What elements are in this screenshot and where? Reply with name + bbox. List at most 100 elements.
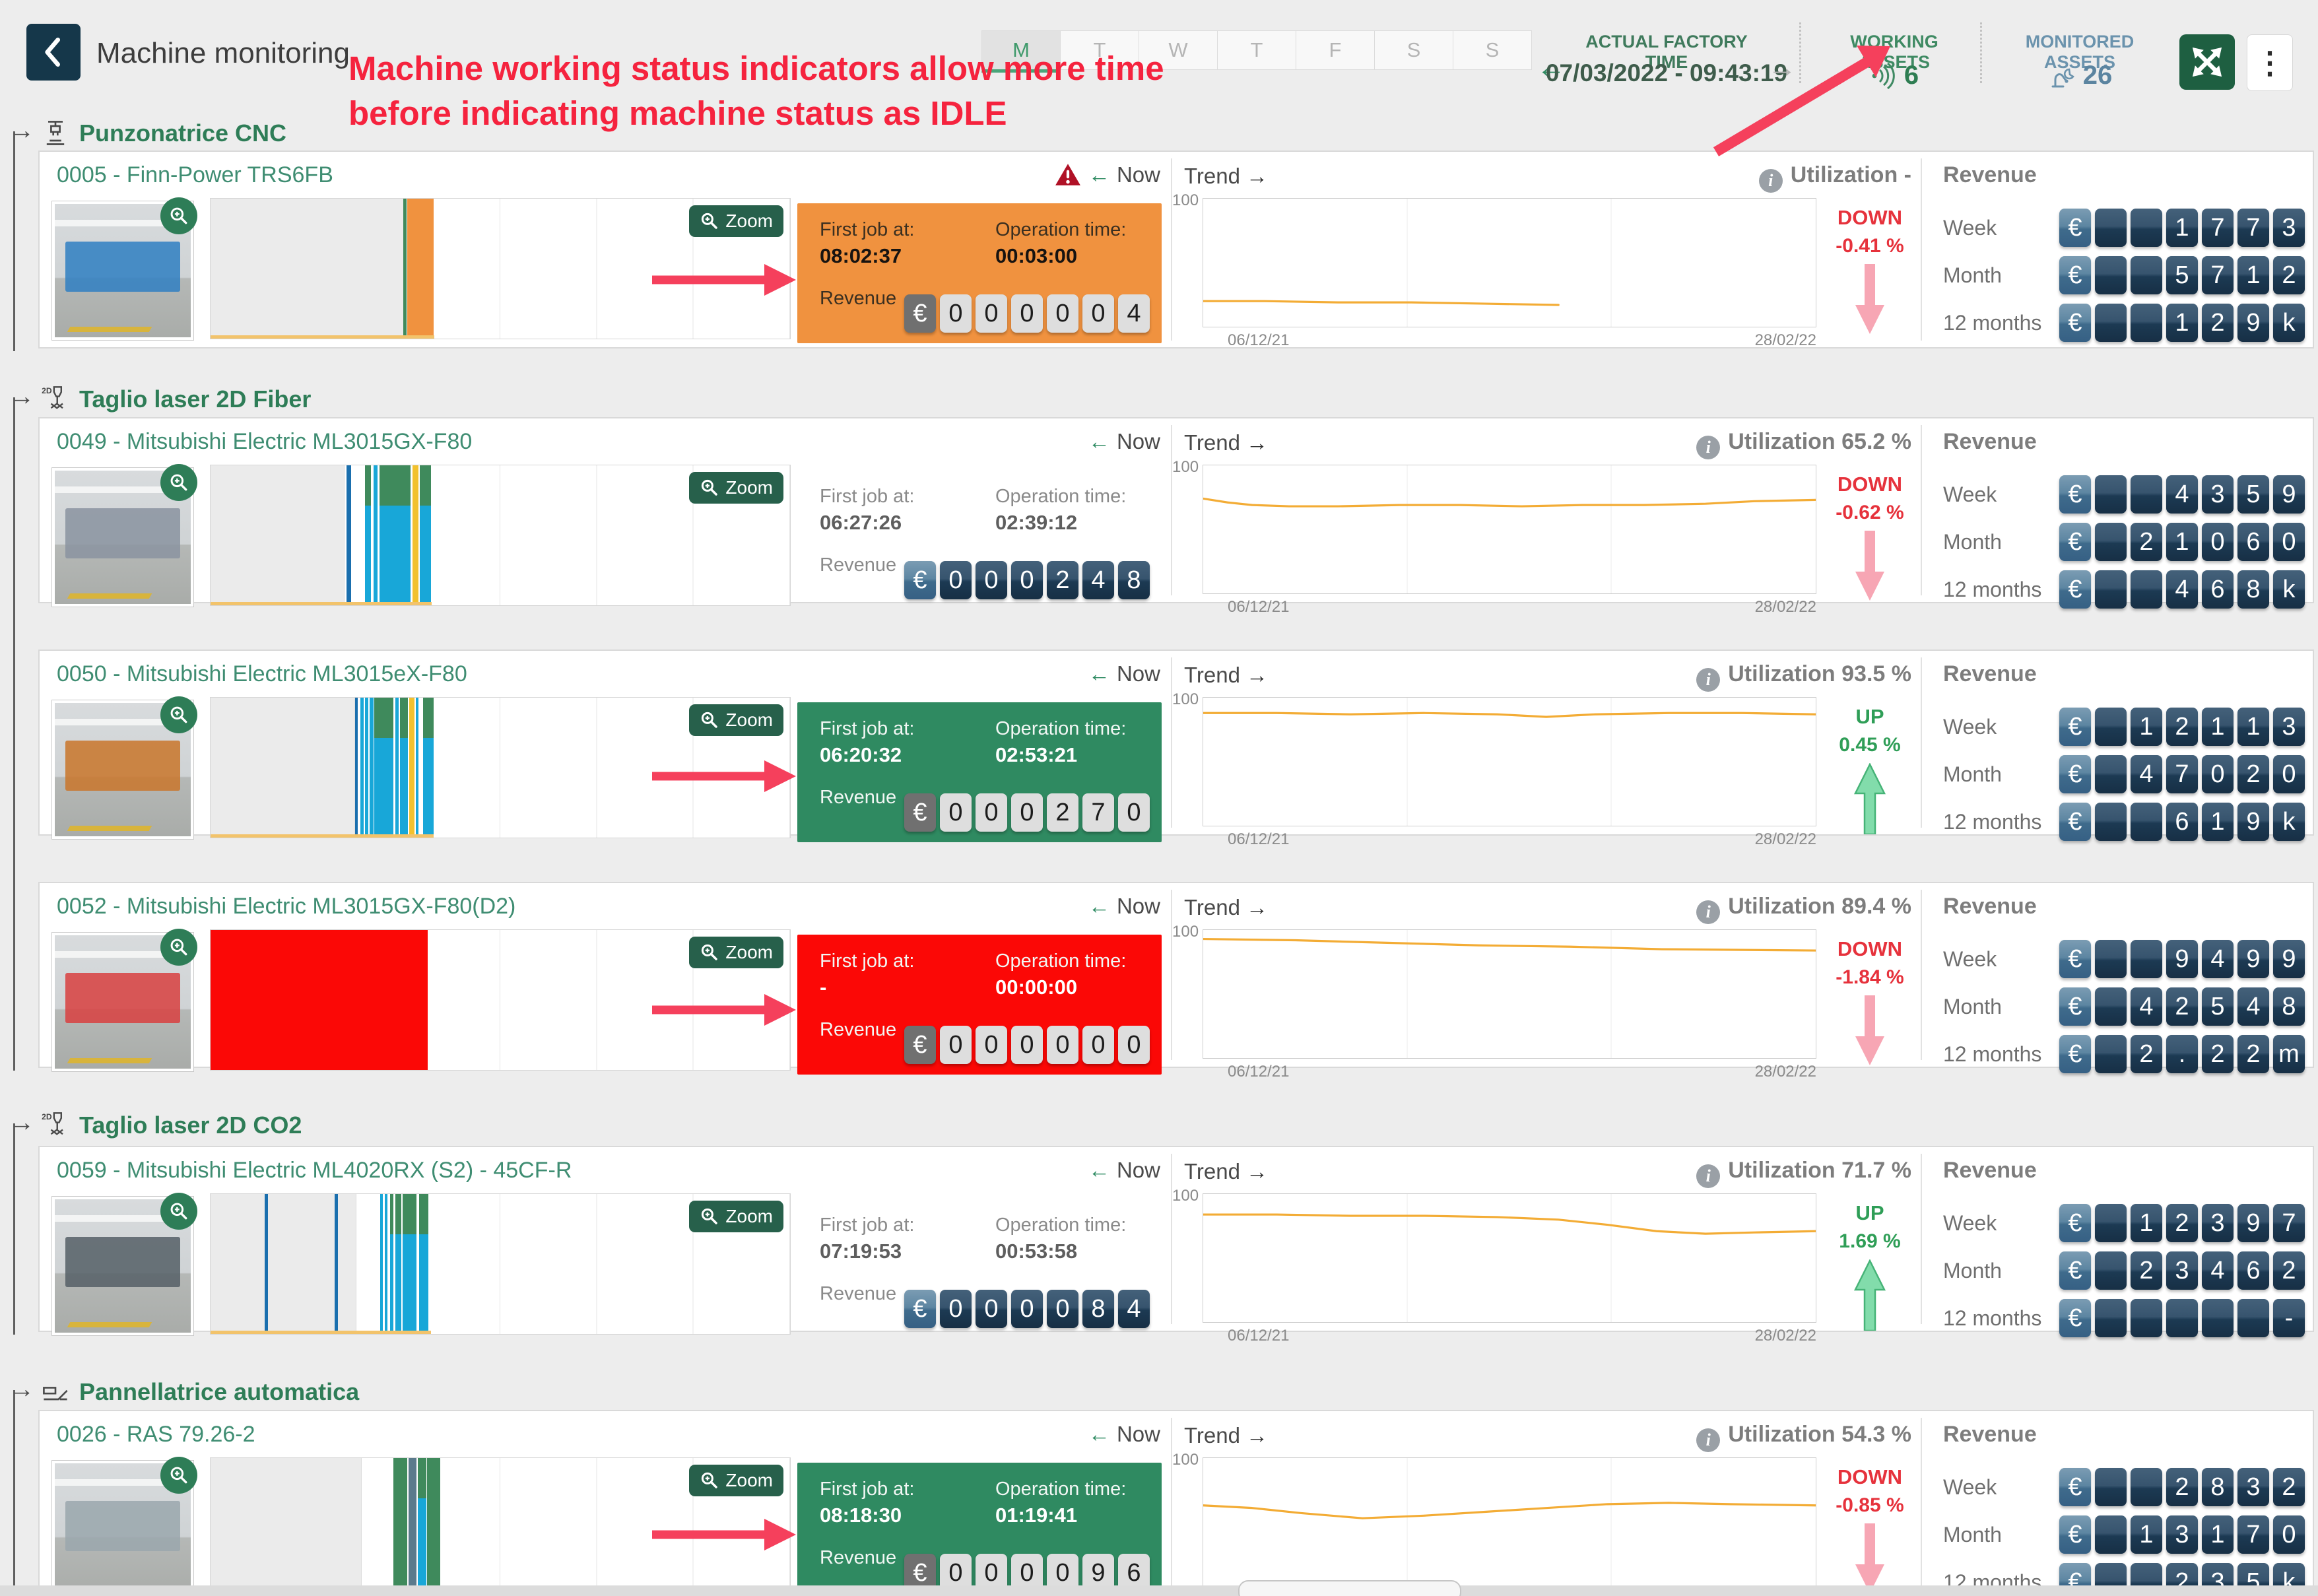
machine-card: 0052 - Mitsubishi Electric ML3015GX-F80(…: [38, 882, 2314, 1068]
trend-arrow-icon: →: [1246, 1159, 1268, 1183]
horizontal-scrollbar[interactable]: [1238, 1580, 1461, 1596]
odometer-digit: 5: [2166, 256, 2198, 294]
odometer-status-revenue: €000004: [904, 294, 1150, 333]
svg-text:2D: 2D: [42, 1112, 52, 1121]
photo-zoom-badge[interactable]: [160, 1193, 197, 1230]
header-divider: [1799, 22, 1801, 83]
odometer-digit: 2: [2131, 1035, 2162, 1073]
info-icon[interactable]: i: [1696, 1428, 1720, 1452]
machine-name[interactable]: 0005 - Finn-Power TRS6FB: [57, 162, 333, 188]
first-job-label: First job at:: [820, 950, 914, 972]
section-branch-arrow-icon: →: [9, 383, 34, 411]
now-indicator: ←Now: [1088, 894, 1160, 919]
euro-icon: €: [2059, 256, 2091, 294]
utilization-label: Utilization: [1728, 1158, 1835, 1183]
odometer-digit: 6: [2166, 803, 2198, 841]
photo-zoom-badge[interactable]: [160, 464, 197, 501]
odometer-digit: k: [2273, 803, 2305, 841]
odometer-digit: 6: [2237, 1251, 2269, 1290]
euro-icon: €: [904, 1026, 936, 1064]
machine-name[interactable]: 0059 - Mitsubishi Electric ML4020RX (S2)…: [57, 1158, 572, 1183]
timeline-zoom-button[interactable]: Zoom: [689, 704, 783, 736]
machine-photo: [51, 467, 194, 607]
odometer-digit: 2: [2202, 1035, 2234, 1073]
timeline-zoom-button[interactable]: Zoom: [689, 205, 783, 237]
photo-zoom-badge[interactable]: [160, 696, 197, 733]
now-indicator: ←Now: [1088, 661, 1160, 686]
signal-icon: [1870, 63, 1898, 89]
status-panel: First job at:-Operation time:00:00:00Rev…: [797, 935, 1162, 1075]
day-tab-5[interactable]: F: [1296, 30, 1375, 70]
machine-photo: [51, 201, 194, 341]
revenue-period-label: Month: [1943, 755, 2002, 793]
odometer-month: €47020: [2059, 755, 2305, 793]
trend-header: Trend →: [1184, 164, 1268, 189]
trend-x-start: 06/12/21: [1228, 830, 1289, 849]
info-icon[interactable]: i: [1759, 169, 1783, 193]
odometer-digit: 9: [2237, 304, 2269, 342]
day-tab-6[interactable]: S: [1374, 30, 1453, 70]
photo-zoom-badge[interactable]: [160, 1457, 197, 1494]
day-tab-7[interactable]: S: [1453, 30, 1532, 70]
timeline-zoom-button[interactable]: Zoom: [689, 472, 783, 504]
photo-zoom-badge[interactable]: [160, 929, 197, 966]
odometer-digit: [2095, 304, 2127, 342]
odometer-digit: 0: [2202, 755, 2234, 793]
operation-time-value: 00:53:58: [995, 1240, 1077, 1263]
section-1: →Punzonatrice CNC0005 - Finn-Power TRS6F…: [38, 116, 2315, 349]
odometer-digit: 1: [2202, 708, 2234, 746]
timeline-zoom-button[interactable]: Zoom: [689, 1201, 783, 1232]
info-icon[interactable]: i: [1696, 668, 1720, 692]
machine-name[interactable]: 0052 - Mitsubishi Electric ML3015GX-F80(…: [57, 894, 515, 919]
info-icon[interactable]: i: [1696, 900, 1720, 924]
euro-icon: €: [2059, 1035, 2091, 1073]
status-revenue-label: Revenue: [820, 787, 896, 809]
revenue-header: Revenue: [1943, 1422, 2037, 1447]
machine-name[interactable]: 0026 - RAS 79.26-2: [57, 1422, 255, 1447]
odometer-digit: 0: [2273, 1515, 2305, 1554]
photo-zoom-badge[interactable]: [160, 197, 197, 234]
odometer-digit: 4: [1118, 294, 1150, 333]
odometer-digit: 7: [2237, 209, 2269, 247]
machine-card: 0049 - Mitsubishi Electric ML3015GX-F80←…: [38, 417, 2314, 603]
trend-direction-label: UP: [1822, 705, 1918, 729]
revenue-row-twelve-months: 12 months€468k: [1943, 570, 2305, 609]
machine-name[interactable]: 0049 - Mitsubishi Electric ML3015GX-F80: [57, 429, 472, 455]
odometer-digit: [2095, 523, 2127, 561]
day-tab-4[interactable]: T: [1217, 30, 1296, 70]
odometer-digit: [2202, 1299, 2234, 1337]
odometer-status-revenue: €000000: [904, 1026, 1150, 1064]
odometer-digit: 0: [1047, 1290, 1078, 1328]
next-day-arrow-icon[interactable]: →: [1768, 51, 1797, 84]
odometer-digit: 0: [1011, 1026, 1043, 1064]
odometer-digit: 1: [2202, 803, 2234, 841]
revenue-period-label: 12 months: [1943, 803, 2041, 841]
euro-icon: €: [2059, 1251, 2091, 1290]
timeline-zoom-button[interactable]: Zoom: [689, 937, 783, 968]
odometer-digit: 3: [2273, 708, 2305, 746]
odometer-digit: 0: [2202, 523, 2234, 561]
euro-icon: €: [2059, 755, 2091, 793]
annotation-line-2: before indicating machine status as IDLE: [348, 94, 1007, 133]
section-title: Punzonatrice CNC: [79, 119, 286, 147]
more-options-button[interactable]: ⋮: [2247, 34, 2293, 91]
trend-direction-label: DOWN: [1822, 1465, 1918, 1489]
factory-time-value: 07/03/2022 - 09:43:19: [1538, 59, 1795, 87]
trend-x-end: 28/02/22: [1703, 598, 1816, 616]
utilization-header: iUtilization 71.7 %: [1492, 1158, 1911, 1188]
odometer-digit: [2131, 570, 2162, 609]
info-icon[interactable]: i: [1696, 436, 1720, 459]
timeline-zoom-button[interactable]: Zoom: [689, 1465, 783, 1496]
back-button[interactable]: [26, 24, 81, 81]
status-revenue-label: Revenue: [820, 554, 896, 576]
euro-icon: €: [904, 561, 936, 599]
machine-name[interactable]: 0050 - Mitsubishi Electric ML3015eX-F80: [57, 661, 467, 687]
trend-down-arrow-icon: [1849, 264, 1891, 335]
operation-time-label: Operation time:: [995, 718, 1126, 740]
fullscreen-button[interactable]: [2179, 34, 2235, 90]
first-job-label: First job at:: [820, 219, 914, 241]
info-icon[interactable]: i: [1696, 1164, 1720, 1188]
monitored-assets-count: 26: [2083, 61, 2113, 90]
now-label: Now: [1117, 162, 1160, 187]
column-divider: [1921, 158, 1922, 341]
